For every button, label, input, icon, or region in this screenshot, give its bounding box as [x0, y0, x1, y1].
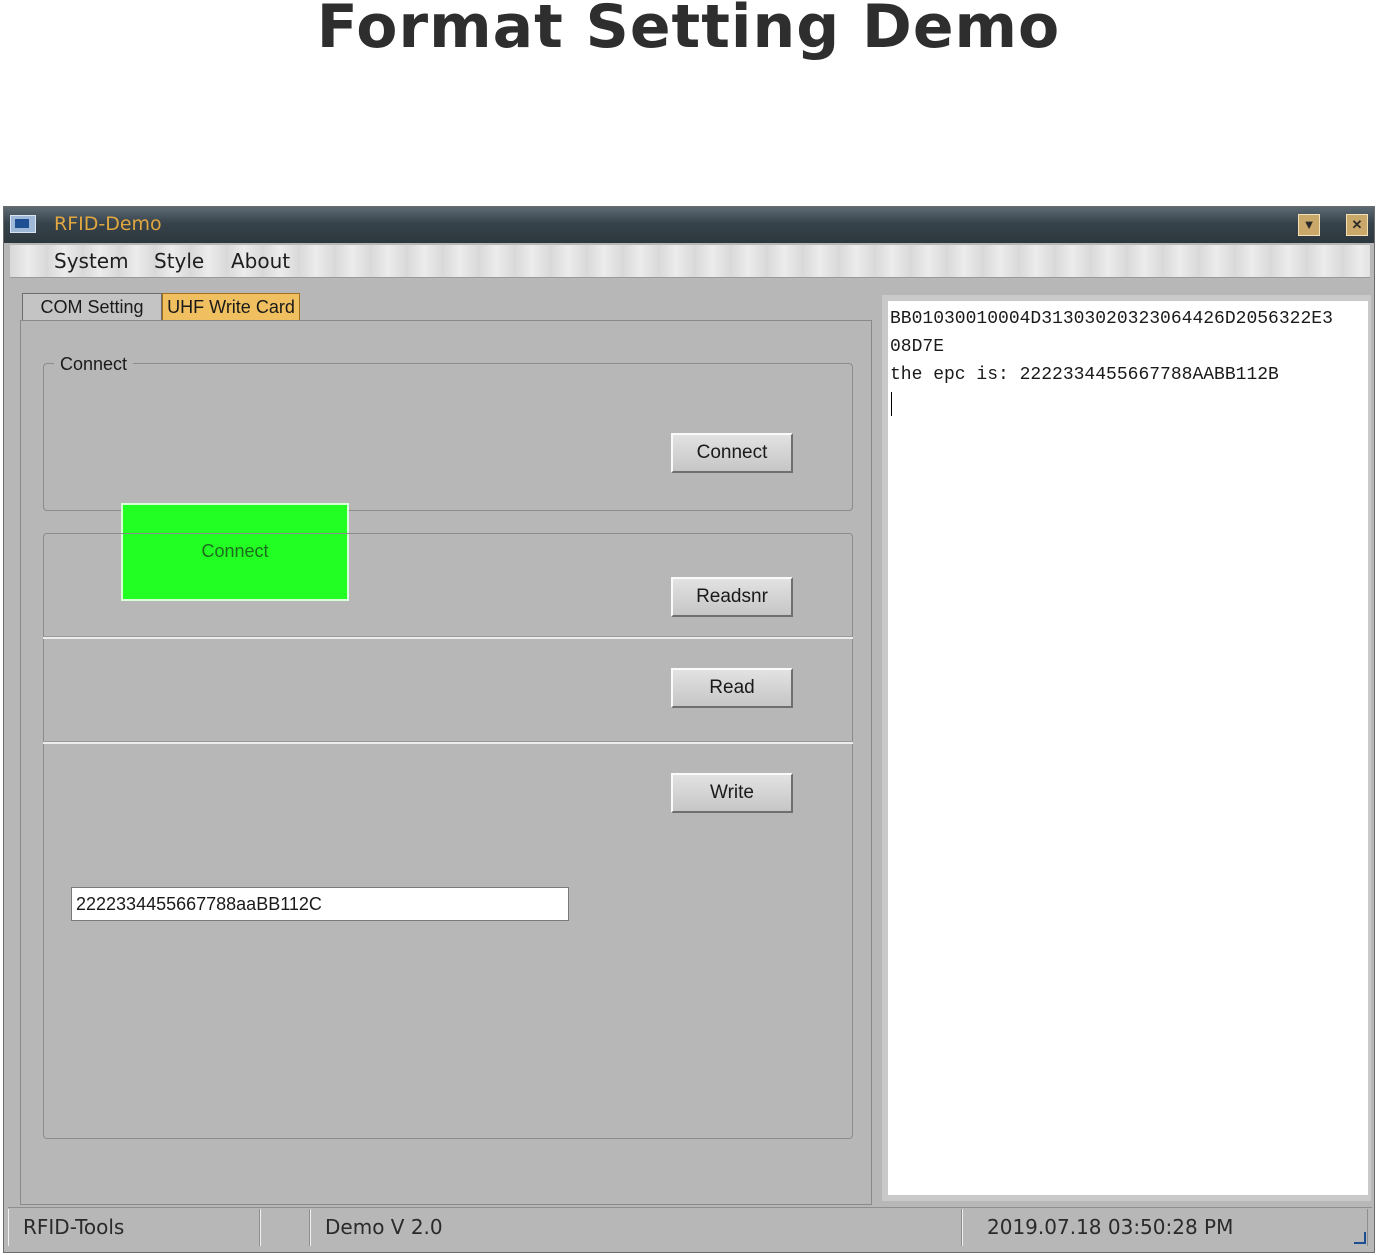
connect-button[interactable]: Connect [671, 433, 793, 473]
status-app-name: RFID-Tools [8, 1209, 260, 1246]
text-cursor [891, 392, 892, 416]
tab-uhf-write-card[interactable]: UHF Write Card [162, 293, 300, 321]
resize-grip-icon[interactable] [1354, 1232, 1366, 1244]
status-version: Demo V 2.0 [310, 1209, 962, 1246]
status-bar: RFID-Tools Demo V 2.0 2019.07.18 03:50:2… [8, 1207, 1372, 1248]
menu-style[interactable]: Style [154, 249, 204, 273]
output-log[interactable]: BB01030010004D31303020323064426D2056322E… [882, 295, 1371, 1201]
connect-group-legend: Connect [54, 354, 134, 375]
epc-input[interactable] [71, 887, 569, 921]
write-button[interactable]: Write [671, 773, 793, 813]
status-datetime: 2019.07.18 03:50:28 PM [962, 1209, 1368, 1246]
log-line: the epc is: 2222334455667788AABB112B [890, 365, 1279, 385]
menu-system[interactable]: System [54, 249, 129, 273]
status-spacer [260, 1209, 310, 1246]
log-line: BB01030010004D31303020323064426D2056322E… [890, 309, 1333, 329]
close-button[interactable]: ✕ [1346, 214, 1368, 236]
readsnr-button[interactable]: Readsnr [671, 577, 793, 617]
read-button[interactable]: Read [671, 668, 793, 708]
window-title: RFID-Demo [54, 213, 162, 235]
menu-bar: System Style About [10, 245, 1370, 278]
tab-com-setting[interactable]: COM Setting [22, 293, 162, 321]
log-line: 08D7E [890, 337, 945, 357]
menu-about[interactable]: About [231, 249, 290, 273]
minimize-button[interactable]: ▼ [1298, 214, 1320, 236]
divider [43, 741, 853, 744]
title-bar[interactable]: RFID-Demo ▼ ✕ [4, 207, 1374, 243]
app-window: RFID-Demo ▼ ✕ System Style About COM Set… [3, 206, 1375, 1253]
app-icon [10, 215, 36, 233]
page-title: Format Setting Demo [316, 0, 1061, 62]
operations-group [43, 533, 853, 1139]
uhf-write-card-page: Connect Connect Connect Readsnr Read Wri… [20, 320, 872, 1205]
divider [43, 636, 853, 639]
